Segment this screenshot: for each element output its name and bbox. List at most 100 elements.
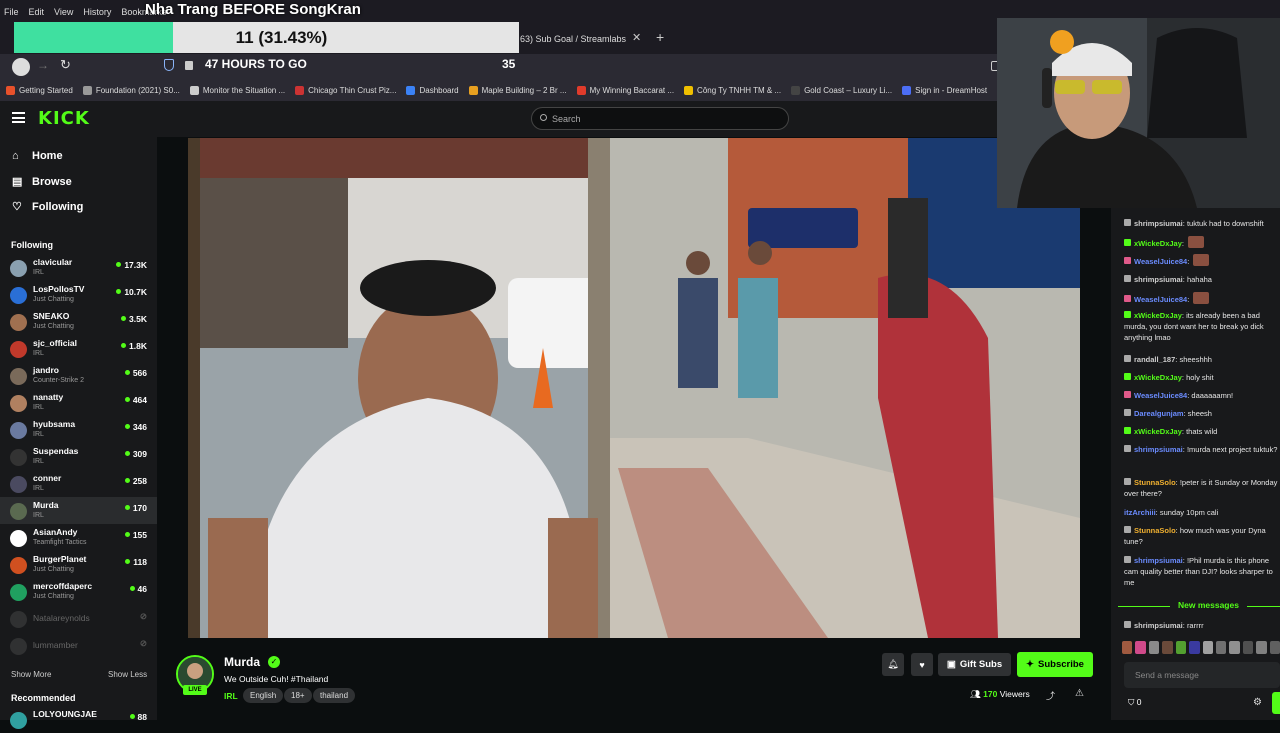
bookmark-item[interactable]: Getting Started (6, 86, 73, 95)
chat-username[interactable]: xWickeDxJay (1134, 239, 1182, 248)
sidebar-channel-asianandy[interactable]: AsianAndy Teamfight Tactics 155 (0, 524, 157, 551)
show-less-button[interactable]: Show Less (108, 670, 147, 679)
chat-message: WeaselJuice84: (1124, 254, 1280, 267)
show-more-button[interactable]: Show More (11, 670, 51, 679)
bookmark-item[interactable]: Maple Building – 2 Br ... (468, 86, 567, 95)
reload-icon[interactable]: ↻ (60, 57, 71, 73)
kick-logo[interactable]: KICK (38, 108, 90, 129)
chat-username[interactable]: itzArchiii (1124, 508, 1156, 517)
sidebar-channel-mercoffdaperc[interactable]: mercoffdaperc Just Chatting 46 (0, 578, 157, 605)
tag-language[interactable]: English (243, 688, 284, 703)
chat-username[interactable]: shrimpsiumai (1134, 621, 1183, 630)
channel-avatar (10, 395, 27, 412)
sidebar-channel-hyubsama[interactable]: hyubsama IRL 346 (0, 416, 157, 443)
bookmark-item[interactable]: Monitor the Situation ... (189, 86, 285, 95)
chat-input[interactable]: Send a message (1124, 662, 1280, 688)
emote-icon[interactable] (1175, 641, 1187, 654)
emote-icon[interactable] (1148, 641, 1160, 654)
sidebar-channel-sneako[interactable]: SNEAKO Just Chatting 3.5K (0, 308, 157, 335)
chat-username[interactable]: WeaselJuice84 (1134, 257, 1187, 266)
chat-username[interactable]: shrimpsiumai (1134, 219, 1183, 228)
gift-subs-button[interactable]: ▣ Gift Subs (938, 653, 1011, 676)
nav-browse[interactable]: ▤ Browse (12, 175, 72, 189)
menu-history[interactable]: History (83, 7, 111, 17)
channel-viewers: 346 (124, 422, 147, 432)
streamer-name[interactable]: Murda (224, 655, 260, 669)
emote-quick-bar[interactable] (1122, 641, 1280, 657)
bookmark-item[interactable]: Sign in - DreamHost (902, 86, 987, 95)
bookmark-item[interactable]: My Winning Baccarat ... (576, 86, 674, 95)
tab-close-icon[interactable]: ✕ (632, 31, 641, 44)
sidebar-channel-murda[interactable]: Murda IRL 170 (0, 497, 157, 524)
emote-icon[interactable] (1229, 641, 1240, 654)
bookmark-item[interactable]: Công Ty TNHH TM & ... (684, 86, 781, 95)
firefox-account-icon[interactable] (12, 58, 30, 76)
chat-username[interactable]: xWickeDxJay (1134, 373, 1182, 382)
chat-username[interactable]: StunnaSolo (1134, 478, 1176, 487)
chat-message: WeaselJuice84: daaaaaamn! (1124, 390, 1280, 401)
tag-age[interactable]: 18+ (284, 688, 312, 703)
bookmark-item[interactable]: Dashboard (406, 86, 459, 95)
emote-icon[interactable] (1135, 641, 1146, 654)
sidebar-channel-jandro[interactable]: jandro Counter-Strike 2 566 (0, 362, 157, 389)
new-messages-label[interactable]: New messages (1170, 600, 1247, 610)
forward-arrow-icon[interactable]: → (37, 58, 49, 72)
sidebar-channel-lummamber[interactable]: lummamber ⊘ (0, 632, 157, 659)
search-input[interactable]: Search (531, 107, 789, 130)
notification-bell-icon[interactable]: 🔔︎ (882, 653, 904, 676)
chat-username[interactable]: WeaselJuice84 (1134, 391, 1187, 400)
subscribe-button[interactable]: ✦ Subscribe (1017, 652, 1093, 677)
bookmark-item[interactable]: Foundation (2021) S0... (82, 86, 180, 95)
chat-username[interactable]: shrimpsiumai (1134, 556, 1183, 565)
bookmark-item[interactable]: Gold Coast – Luxury Li... (791, 86, 892, 95)
sidebar-channel-nanatty[interactable]: nanatty IRL 464 (0, 389, 157, 416)
search-icon (540, 114, 547, 121)
emote-icon[interactable] (1256, 641, 1267, 654)
chat-username[interactable]: xWickeDxJay (1134, 311, 1182, 320)
emote-icon[interactable] (1189, 641, 1200, 654)
chat-username[interactable]: randall_187 (1134, 355, 1175, 364)
emote-icon[interactable] (1242, 641, 1254, 654)
emote-icon[interactable] (1202, 641, 1213, 654)
menu-edit[interactable]: Edit (29, 7, 45, 17)
sidebar-channel-burgerplanet[interactable]: BurgerPlanet Just Chatting 118 (0, 551, 157, 578)
chat-send-button[interactable] (1272, 692, 1280, 714)
sidebar-channel-natalareynolds[interactable]: Natalareynolds ⊘ (0, 605, 157, 632)
sidebar-channel-clavicular[interactable]: clavicular IRL 17.3K (0, 254, 157, 281)
channel-name: AsianAndy (33, 527, 78, 537)
sidebar-channel-sjc_official[interactable]: sjc_official IRL 1.8K (0, 335, 157, 362)
new-tab-icon[interactable]: + (656, 29, 664, 45)
chat-username[interactable]: shrimpsiumai (1134, 445, 1183, 454)
chat-username[interactable]: StunnaSolo (1134, 526, 1176, 535)
menu-file[interactable]: File (4, 7, 19, 17)
video-player[interactable] (188, 138, 1080, 638)
chat-username[interactable]: WeaselJuice84 (1134, 295, 1187, 304)
report-icon[interactable]: ⚠ (1075, 688, 1084, 699)
chat-text: !murda next project tuktuk? (1186, 445, 1278, 454)
menu-icon[interactable] (12, 112, 25, 123)
chat-username[interactable]: Darealgunjam (1134, 409, 1184, 418)
menu-view[interactable]: View (54, 7, 73, 17)
follow-heart-icon[interactable]: ♥ (911, 653, 933, 676)
nav-following[interactable]: ♡ Following (12, 200, 83, 214)
bookmark-label: Getting Started (19, 86, 73, 95)
chat-username[interactable]: shrimpsiumai (1134, 275, 1183, 284)
share-icon[interactable]: ⤴ (1046, 689, 1055, 702)
stream-category[interactable]: IRL (224, 691, 238, 701)
sidebar-channel-suspendas[interactable]: Suspendas IRL 309 (0, 443, 157, 470)
channel-points[interactable]: ⛉ 0 (1128, 697, 1141, 708)
browser-tab[interactable]: 63) Sub Goal / Streamlabs (520, 28, 650, 50)
tag-topic[interactable]: thailand (313, 688, 356, 703)
emote-icon[interactable] (1162, 641, 1173, 654)
nav-home[interactable]: ⌂ Home (12, 150, 63, 162)
bookmark-item[interactable]: Chicago Thin Crust Piz... (295, 86, 396, 95)
sidebar-channel-conner[interactable]: conner IRL 258 (0, 470, 157, 497)
emote-icon[interactable] (1215, 641, 1227, 654)
emote-icon[interactable] (1122, 641, 1133, 654)
emote-icon[interactable] (1269, 641, 1280, 654)
shield-icon[interactable] (164, 59, 174, 71)
gear-icon[interactable]: ⚙ (1253, 697, 1262, 708)
chat-message: shrimpsiumai: !murda next project tuktuk… (1124, 444, 1280, 455)
sidebar-channel-lospollostv[interactable]: LosPollosTV Just Chatting 10.7K (0, 281, 157, 308)
chat-username[interactable]: xWickeDxJay (1134, 427, 1182, 436)
